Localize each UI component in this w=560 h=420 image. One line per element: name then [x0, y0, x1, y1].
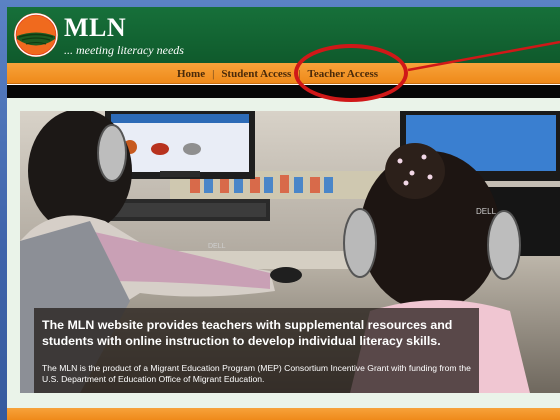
- hero-headline: The MLN website provides teachers with s…: [42, 318, 453, 348]
- nav-teacher-access-link[interactable]: Teacher Access: [308, 68, 379, 80]
- hero-body-text: The MLN is the product of a Migrant Educ…: [42, 363, 471, 384]
- monitor-brand-text: DELL: [476, 207, 497, 216]
- brand-block[interactable]: MLN ... meeting literacy needs: [64, 13, 184, 58]
- main-navigation: Home | Student Access | Teacher Access: [7, 63, 560, 84]
- nav-separator: |: [212, 67, 215, 80]
- main-content: DELL DELL The MLN website provides teach…: [7, 98, 560, 408]
- nav-student-access-link[interactable]: Student Access: [221, 68, 291, 80]
- page: MLN ... meeting literacy needs Home | St…: [7, 7, 560, 420]
- header-divider-bar: [7, 85, 560, 98]
- monitor-brand-text: DELL: [208, 243, 226, 250]
- mln-logo-icon[interactable]: [13, 12, 59, 58]
- nav-separator: |: [298, 67, 301, 80]
- nav-home-link[interactable]: Home: [177, 68, 205, 80]
- footer-bar: [7, 408, 560, 420]
- site-tagline: ... meeting literacy needs: [64, 43, 184, 57]
- hero-banner: DELL DELL The MLN website provides teach…: [20, 111, 560, 393]
- site-header: MLN ... meeting literacy needs: [7, 7, 560, 63]
- hero-caption-box: The MLN website provides teachers with s…: [34, 308, 479, 393]
- site-title: MLN: [64, 13, 127, 42]
